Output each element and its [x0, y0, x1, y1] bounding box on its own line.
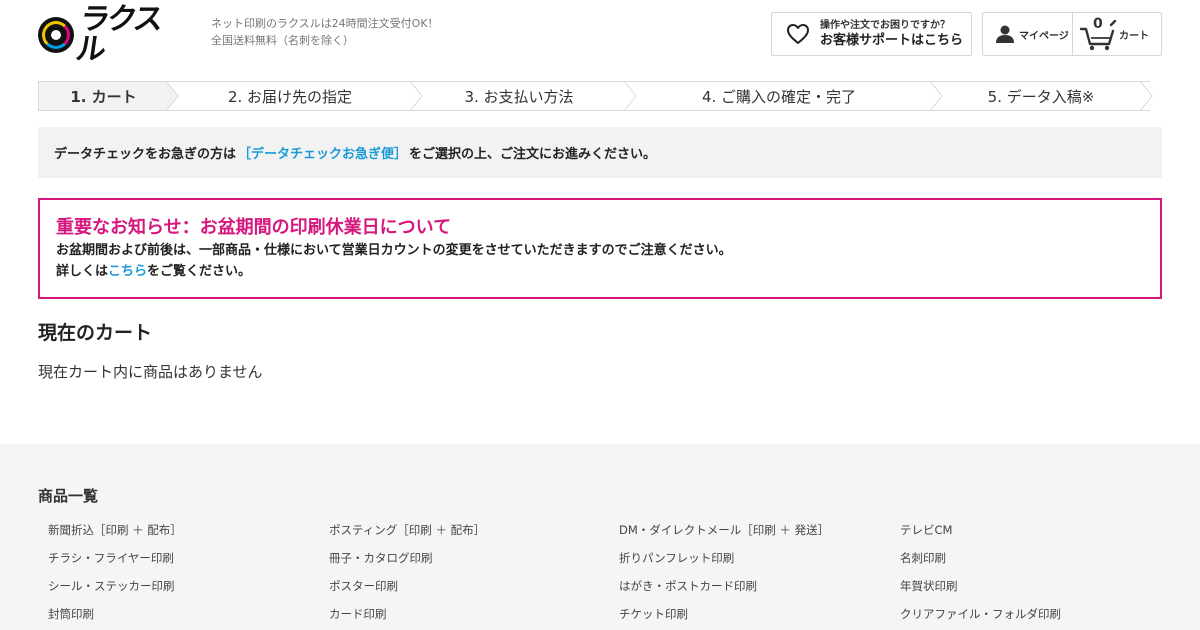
raksul-logo-icon	[38, 17, 74, 53]
info-suffix: をご選択の上、ご注文にお進みください。	[409, 147, 657, 162]
site-header: ラクスル ネット印刷のラクスルは24時間注文受付OK！ 全国送料無料（名刺を除く…	[0, 0, 1200, 70]
product-link[interactable]: DM・ダイレクトメール［印刷 ＋ 発送］	[619, 522, 829, 550]
product-link[interactable]: 名刺印刷	[900, 550, 1061, 578]
product-link[interactable]: クリアファイル・フォルダ印刷	[900, 606, 1061, 630]
step-label: 2. お届け先の指定	[227, 87, 353, 106]
product-link[interactable]: ポスター印刷	[329, 578, 485, 606]
cart-button[interactable]: 0 カート	[1073, 13, 1161, 55]
user-icon	[996, 25, 1014, 43]
notice-details-link[interactable]: こちら	[108, 264, 147, 279]
notice-line-1: お盆期間および前後は、一部商品・仕様において営業日カウントの変更をさせていただき…	[56, 243, 732, 258]
cart-label: カート	[1119, 30, 1149, 42]
notice-line-2-suffix: をご覧ください。	[147, 264, 252, 279]
product-column: 新聞折込［印刷 ＋ 配布］ チラシ・フライヤー印刷 シール・ステッカー印刷 封筒…	[48, 522, 182, 630]
product-list-title: 商品一覧	[38, 487, 99, 505]
customer-support-button[interactable]: 操作や注文でお困りですか？ お客様サポートはこちら	[771, 12, 972, 56]
product-link[interactable]: はがき・ポストカード印刷	[619, 578, 829, 606]
site-logo[interactable]: ラクスル	[38, 2, 180, 67]
step-payment: 3. お支払い方法	[412, 81, 637, 111]
account-box: マイページ 0 カート	[982, 12, 1162, 56]
product-link[interactable]: カード印刷	[329, 606, 485, 630]
product-link[interactable]: チケット印刷	[619, 606, 829, 630]
product-link[interactable]: チラシ・フライヤー印刷	[48, 550, 182, 578]
tagline-line-1: ネット印刷のラクスルは24時間注文受付OK！	[211, 17, 439, 30]
info-prefix: データチェックをお急ぎの方は	[54, 147, 237, 162]
important-notice: 重要なお知らせ：お盆期間の印刷休業日について お盆期間および前後は、一部商品・仕…	[38, 198, 1162, 299]
heart-icon	[787, 24, 809, 44]
step-cart: 1. カート	[38, 81, 179, 111]
step-data-upload: 5. データ入稿※	[932, 81, 1153, 111]
product-link[interactable]: 折りパンフレット印刷	[619, 550, 829, 578]
tagline-line-2: 全国送料無料（名刺を除く）	[211, 34, 354, 47]
mypage-label: マイページ	[1019, 30, 1069, 42]
product-link[interactable]: ポスティング［印刷 ＋ 配布］	[329, 522, 485, 550]
step-label: 5. データ入稿※	[987, 87, 1095, 106]
logo-text: ラクスル	[73, 2, 163, 67]
product-link[interactable]: テレビCM	[900, 522, 1061, 550]
support-subtext: 操作や注文でお困りですか？	[820, 20, 950, 31]
product-grid: 新聞折込［印刷 ＋ 配布］ チラシ・フライヤー印刷 シール・ステッカー印刷 封筒…	[48, 522, 1158, 630]
step-delivery: 2. お届け先の指定	[168, 81, 423, 111]
express-data-check-link[interactable]: ［データチェックお急ぎ便］	[238, 143, 407, 162]
data-check-info: データチェックをお急ぎの方は ［データチェックお急ぎ便］ をご選択の上、ご注文に…	[38, 127, 1162, 178]
product-link[interactable]: シール・ステッカー印刷	[48, 578, 182, 606]
product-link[interactable]: 年賀状印刷	[900, 578, 1061, 606]
step-label: 3. お支払い方法	[464, 87, 574, 106]
notice-line-2-prefix: 詳しくは	[56, 264, 109, 279]
product-link[interactable]: 新聞折込［印刷 ＋ 配布］	[48, 522, 182, 550]
cart-count-badge: 0	[1093, 16, 1103, 32]
cart-heading: 現在のカート	[38, 322, 153, 344]
cart-empty-message: 現在カート内に商品はありません	[38, 363, 263, 381]
header-tagline: ネット印刷のラクスルは24時間注文受付OK！ 全国送料無料（名刺を除く）	[211, 15, 439, 49]
notice-line-2: 詳しくはこちらをご覧ください。	[56, 261, 1144, 282]
checkout-steps: 1. カート 2. お届け先の指定 3. お支払い方法 4. ご購入の確定・完了…	[38, 81, 1162, 111]
product-link[interactable]: 封筒印刷	[48, 606, 182, 630]
product-column: ポスティング［印刷 ＋ 配布］ 冊子・カタログ印刷 ポスター印刷 カード印刷	[329, 522, 485, 630]
product-link[interactable]: 冊子・カタログ印刷	[329, 550, 485, 578]
footer-product-list: 商品一覧 新聞折込［印刷 ＋ 配布］ チラシ・フライヤー印刷 シール・ステッカー…	[0, 444, 1200, 630]
support-main-text: お客様サポートはこちら	[820, 33, 964, 48]
mypage-button[interactable]: マイページ	[983, 13, 1073, 55]
product-column: テレビCM 名刺印刷 年賀状印刷 クリアファイル・フォルダ印刷	[900, 522, 1061, 630]
product-column: DM・ダイレクトメール［印刷 ＋ 発送］ 折りパンフレット印刷 はがき・ポストカ…	[619, 522, 829, 630]
step-label: 1. カート	[70, 87, 137, 106]
notice-title: 重要なお知らせ：お盆期間の印刷休業日について	[56, 217, 452, 238]
step-label: 4. ご購入の確定・完了	[701, 87, 857, 106]
step-confirm: 4. ご購入の確定・完了	[626, 81, 943, 111]
